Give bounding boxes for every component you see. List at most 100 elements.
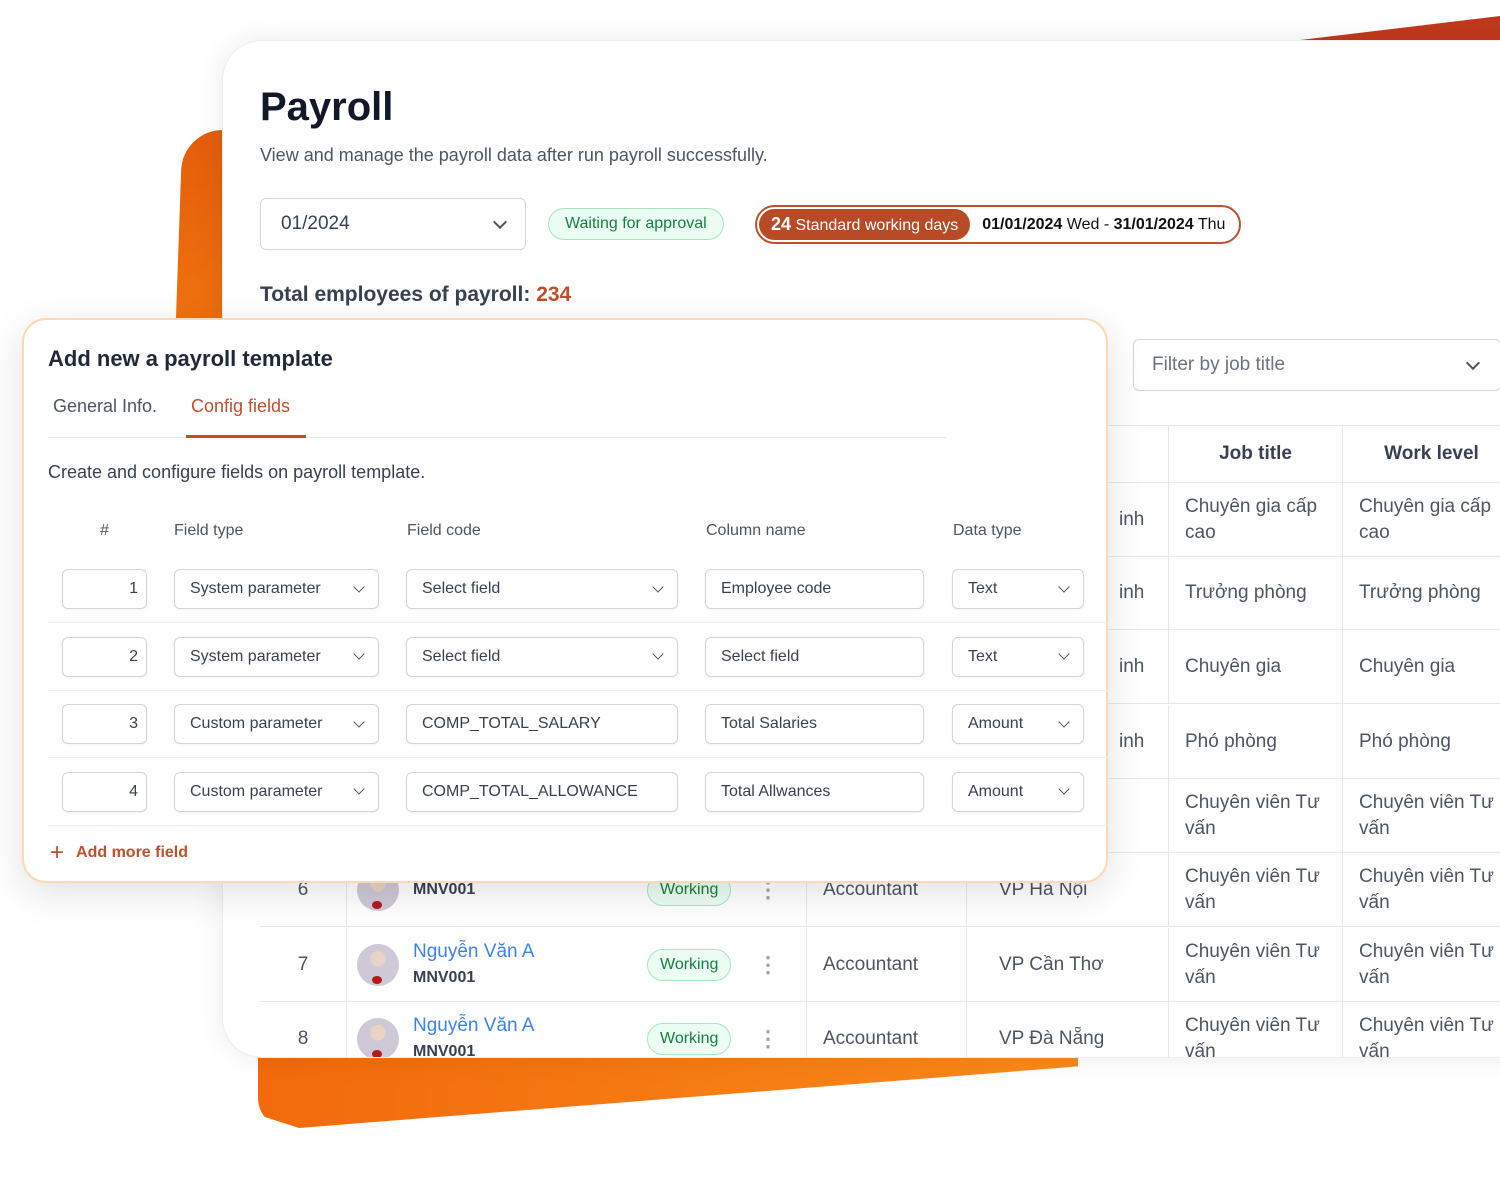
chevron-down-icon [1465, 355, 1481, 370]
header-data-type: Data type [953, 522, 1022, 539]
branch-cell: VP Cần Thơ [966, 928, 1168, 1001]
more-options-icon[interactable]: ⋮ [757, 953, 779, 975]
more-options-icon[interactable]: ⋮ [757, 1027, 779, 1049]
data-type-value: Amount [968, 782, 1024, 800]
field-code-value: COMP_TOTAL_SALARY [422, 715, 601, 732]
working-days-pill: 24 Standard working days [759, 209, 971, 240]
start-day: Wed [1066, 215, 1100, 233]
order-input[interactable]: 4 [62, 771, 147, 812]
end-date: 31/01/2024 [1113, 215, 1194, 233]
filter-placeholder: Filter by job title [1152, 354, 1286, 375]
payroll-template-modal: Add new a payroll template General Info.… [22, 318, 1108, 883]
work-level-cell: Chuyên viên Tư vấn [1342, 779, 1500, 852]
branch-cell: VP Đà Nẵng [966, 1002, 1168, 1057]
chevron-down-icon [492, 214, 508, 229]
order-input[interactable]: 1 [62, 569, 147, 609]
header-no: # [100, 522, 109, 539]
work-level-cell: Chuyên viên Tư vấn [1342, 853, 1500, 926]
employee-code: MNV001 [413, 1042, 476, 1058]
active-tab-indicator [186, 435, 306, 438]
row-number: 8 [297, 1027, 309, 1049]
chevron-down-icon [652, 580, 664, 593]
position-cell: Accountant [806, 928, 966, 1001]
period-select[interactable]: 01/2024 [260, 198, 526, 250]
data-type-value: Text [968, 647, 998, 665]
chevron-down-icon [1058, 580, 1070, 593]
total-value: 234 [536, 283, 572, 306]
row-number: 7 [297, 953, 309, 975]
more-options-icon[interactable]: ⋮ [757, 878, 779, 900]
employee-name[interactable]: Nguyễn Văn A [413, 939, 534, 965]
job-title-cell: Phó phòng [1168, 705, 1342, 778]
employee-name[interactable]: Nguyễn Văn A [413, 1013, 534, 1039]
job-title-cell: Chuyên viên Tư vấn [1168, 928, 1342, 1001]
plus-icon: + [50, 839, 65, 866]
job-title-cell: Chuyên viên Tư vấn [1168, 853, 1342, 926]
field-code-input[interactable]: COMP_TOTAL_ALLOWANCE [406, 771, 678, 812]
chevron-down-icon [1058, 648, 1070, 660]
field-code-input[interactable]: COMP_TOTAL_SALARY [406, 704, 678, 744]
status-badge: Waiting for approval [548, 208, 724, 240]
work-level-cell: Phó phòng [1342, 705, 1500, 778]
tab-config-fields[interactable]: Config fields [191, 396, 290, 417]
field-row: 2 System parameter Select field Select fiel… [48, 624, 1108, 691]
data-type-value: Amount [968, 715, 1024, 732]
header-field-type: Field type [174, 522, 244, 539]
data-type-value: Text [968, 580, 998, 597]
field-type-select[interactable]: System parameter [174, 569, 379, 609]
job-title-cell: Chuyên viên Tư vấn [1168, 1002, 1342, 1057]
employee-cell: Nguyễn Văn A MNV001 Working ⋮ [346, 928, 806, 1001]
field-code-value: Select field [422, 580, 501, 597]
work-level-cell: Chuyên viên Tư vấn [1342, 928, 1500, 1001]
column-name-value: Total Allwances [721, 782, 831, 800]
field-type-select[interactable]: Custom parameter [174, 771, 379, 812]
job-title-cell: Chuyên gia [1168, 630, 1342, 703]
data-type-select[interactable]: Amount [952, 771, 1084, 812]
employee-code: MNV001 [413, 968, 476, 986]
data-type-select[interactable]: Text [952, 569, 1084, 609]
table-row[interactable]: 7 Nguyễn Văn A MNV001 Working ⋮ Accountant VP … [260, 928, 1500, 1002]
column-name-input[interactable]: Total Allwances [705, 771, 924, 812]
working-days-badge: 24 Standard working days 01/01/2024 Wed … [755, 205, 1242, 244]
order-input[interactable]: 2 [62, 636, 147, 677]
column-name-input[interactable]: Total Salaries [705, 704, 924, 744]
work-level-cell: Chuyên gia [1342, 630, 1500, 703]
add-more-label: Add more field [76, 844, 189, 861]
chevron-down-icon [353, 580, 365, 593]
order-input[interactable]: 3 [62, 704, 147, 744]
date-range: 01/01/2024 Wed - 31/01/2024 Thu [970, 216, 1237, 234]
work-level-cell: Chuyên viên Tư vấn [1342, 1002, 1500, 1057]
working-days-count: 24 [771, 214, 792, 234]
job-title-cell: Trưởng phòng [1168, 556, 1342, 629]
total-employees: Total employees of payroll: 234 [260, 283, 571, 307]
table-row[interactable]: 8 Nguyễn Văn A MNV001 Working ⋮ Accountant VP … [260, 1002, 1500, 1058]
job-title-filter[interactable]: Filter by job title [1133, 339, 1500, 391]
header-field-code: Field code [407, 522, 481, 539]
chevron-down-icon [652, 648, 664, 660]
field-row: 3 Custom parameter COMP_TOTAL_SALARY Total … [48, 691, 1108, 758]
job-title-cell: Chuyên viên Tư vấn [1168, 779, 1342, 852]
field-type-select[interactable]: System parameter [174, 636, 379, 677]
tab-general-info[interactable]: General Info. [53, 396, 157, 417]
add-more-field-button[interactable]: + Add more field [50, 839, 189, 866]
header-job-title: Job title [1168, 426, 1342, 482]
field-type-value: System parameter [190, 580, 321, 597]
column-name-input[interactable]: Select field [705, 636, 924, 677]
order-value: 2 [129, 647, 138, 665]
field-type-select[interactable]: Custom parameter [174, 704, 379, 744]
work-level-cell: Chuyên gia cấp cao [1342, 483, 1500, 556]
field-type-value: Custom parameter [190, 715, 323, 732]
order-value: 1 [129, 580, 138, 597]
header-work-level: Work level [1342, 426, 1500, 482]
data-type-select[interactable]: Text [952, 636, 1084, 677]
data-type-select[interactable]: Amount [952, 704, 1084, 744]
column-name-input[interactable]: Employee code [705, 569, 924, 609]
column-name-value: Total Salaries [721, 715, 818, 732]
page-title: Payroll [260, 85, 394, 129]
status-badge: Working [647, 1022, 732, 1055]
field-code-select[interactable]: Select field [406, 569, 678, 609]
work-level-cell: Trưởng phòng [1342, 556, 1500, 629]
column-name-value: Employee code [721, 580, 832, 597]
start-date: 01/01/2024 [982, 215, 1063, 233]
field-code-select[interactable]: Select field [406, 636, 678, 677]
